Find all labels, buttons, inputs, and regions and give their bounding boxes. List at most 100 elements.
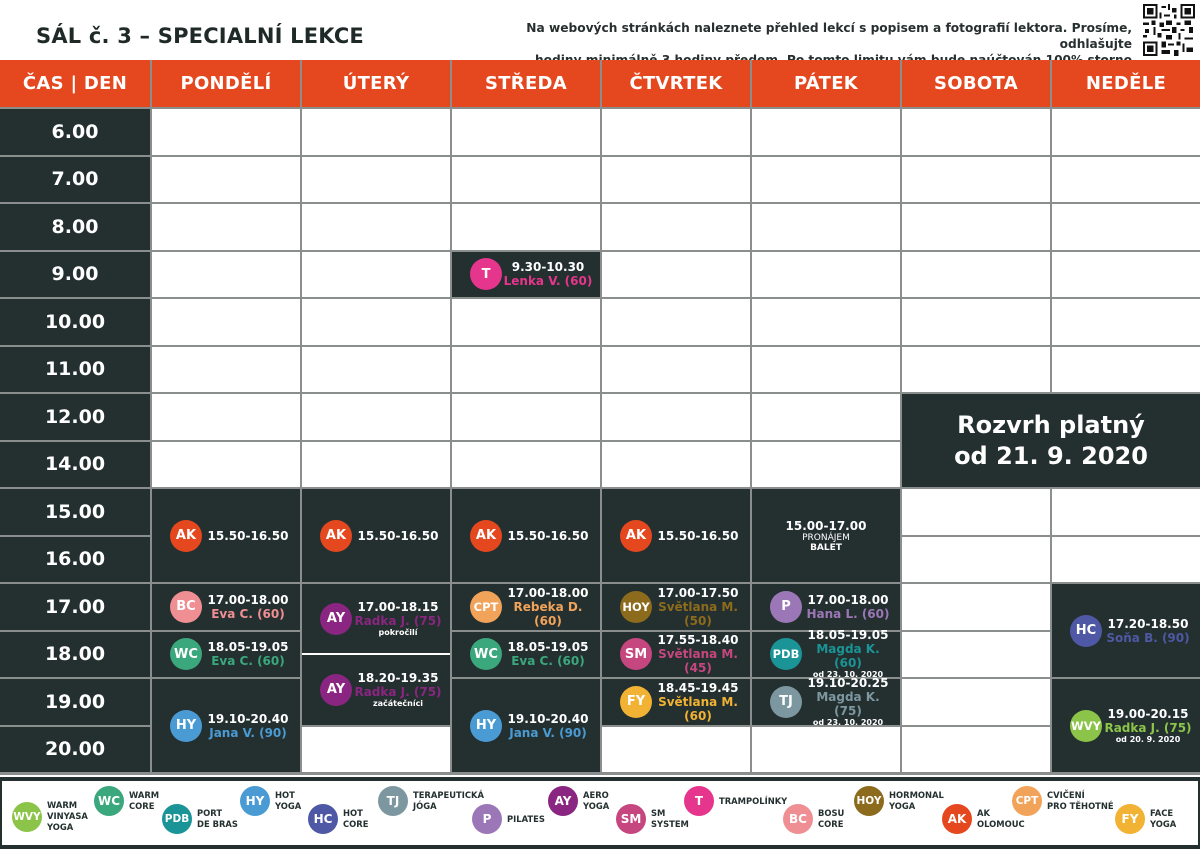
class-block-p-fri[interactable]: P 17.00-18.00 Hana L. (60) xyxy=(752,584,900,630)
class-code-badge: HC xyxy=(1070,614,1102,647)
empty-slot[interactable] xyxy=(602,346,750,392)
empty-slot[interactable] xyxy=(452,156,600,202)
empty-slot[interactable] xyxy=(902,251,1050,297)
empty-slot[interactable] xyxy=(1052,536,1200,582)
empty-slot[interactable] xyxy=(152,204,300,250)
empty-slot[interactable] xyxy=(752,109,900,155)
empty-slot[interactable] xyxy=(602,726,750,772)
rental-block-ballet[interactable]: 15.00-17.00 PRONÁJEM BALET xyxy=(752,489,900,582)
class-block-bc-mon[interactable]: BC 17.00-18.00 Eva C. (60) xyxy=(152,584,300,630)
empty-slot[interactable] xyxy=(452,204,600,250)
empty-slot[interactable] xyxy=(302,299,450,345)
empty-slot[interactable] xyxy=(452,441,600,487)
class-block-ak-mon[interactable]: AK 15.50-16.50 xyxy=(152,489,300,582)
empty-slot[interactable] xyxy=(752,156,900,202)
class-code-badge: WC xyxy=(470,638,502,671)
empty-slot[interactable] xyxy=(152,109,300,155)
time-slot: 7.00 xyxy=(0,156,150,202)
empty-slot[interactable] xyxy=(152,394,300,440)
empty-slot[interactable] xyxy=(452,299,600,345)
empty-slot[interactable] xyxy=(602,394,750,440)
class-time: 17.00-17.50 xyxy=(657,585,739,600)
empty-slot[interactable] xyxy=(902,156,1050,202)
class-block-fy-thu[interactable]: FY 18.45-19.45 Světlana M. (60) xyxy=(602,679,750,725)
class-time: 18.20-19.35 xyxy=(357,670,439,685)
class-block-wc-mon[interactable]: WC 18.05-19.05 Eva C. (60) xyxy=(152,631,300,677)
class-block-cpt-wed[interactable]: CPT 17.00-18.00 Rebeka D. (60) xyxy=(452,584,600,630)
empty-slot[interactable] xyxy=(752,204,900,250)
empty-slot[interactable] xyxy=(302,346,450,392)
class-block-ay-tue-1[interactable]: AY 17.00-18.15 Radka J. (75) pokročilí xyxy=(302,584,450,654)
empty-slot[interactable] xyxy=(902,299,1050,345)
empty-slot[interactable] xyxy=(752,251,900,297)
empty-slot[interactable] xyxy=(902,346,1050,392)
empty-slot[interactable] xyxy=(602,299,750,345)
class-block-t-wed[interactable]: T 9.30-10.30 Lenka V. (60) xyxy=(452,251,600,297)
class-block-hc-sun[interactable]: HC 17.20-18.50 Soňa B. (90) xyxy=(1052,584,1200,677)
empty-slot[interactable] xyxy=(152,346,300,392)
empty-slot[interactable] xyxy=(752,726,900,772)
class-block-ay-tue-2[interactable]: AY 18.20-19.35 Radka J. (75) začátečníci xyxy=(302,655,450,725)
empty-slot[interactable] xyxy=(602,204,750,250)
empty-slot[interactable] xyxy=(1052,204,1200,250)
class-block-ak-wed[interactable]: AK 15.50-16.50 xyxy=(452,489,600,582)
empty-slot[interactable] xyxy=(902,536,1050,582)
empty-slot[interactable] xyxy=(452,109,600,155)
empty-slot[interactable] xyxy=(1052,346,1200,392)
schedule-grid: ČAS | DEN PONDĚLÍ ÚTERÝ STŘEDA ČTVRTEK PÁTEK S… xyxy=(0,0,1200,849)
class-block-wvy-sun[interactable]: WVY 19.00-20.15 Radka J. (75) od 20. 9. 202… xyxy=(1052,679,1200,772)
class-code-badge: CPT xyxy=(470,590,502,623)
empty-slot[interactable] xyxy=(302,109,450,155)
class-block-sm-thu[interactable]: SM 17.55-18.40 Světlana M. (45) xyxy=(602,631,750,677)
empty-slot[interactable] xyxy=(302,441,450,487)
empty-slot[interactable] xyxy=(302,394,450,440)
class-block-hy-wed[interactable]: HY 19.10-20.40 Jana V. (90) xyxy=(452,679,600,772)
empty-slot[interactable] xyxy=(602,441,750,487)
empty-slot[interactable] xyxy=(152,441,300,487)
empty-slot[interactable] xyxy=(1052,251,1200,297)
empty-slot[interactable] xyxy=(1052,156,1200,202)
empty-slot[interactable] xyxy=(152,251,300,297)
empty-slot[interactable] xyxy=(302,251,450,297)
empty-slot[interactable] xyxy=(302,156,450,202)
empty-slot[interactable] xyxy=(752,299,900,345)
time-slot: 16.00 xyxy=(0,536,150,582)
empty-slot[interactable] xyxy=(152,156,300,202)
empty-slot[interactable] xyxy=(602,156,750,202)
empty-slot[interactable] xyxy=(1052,109,1200,155)
class-block-ak-tue[interactable]: AK 15.50-16.50 xyxy=(302,489,450,582)
empty-slot[interactable] xyxy=(902,204,1050,250)
class-block-hoy-thu[interactable]: HOY 17.00-17.50 Světlana M. (50) xyxy=(602,584,750,630)
empty-slot[interactable] xyxy=(902,489,1050,535)
empty-slot[interactable] xyxy=(452,346,600,392)
empty-slot[interactable] xyxy=(1052,299,1200,345)
empty-slot[interactable] xyxy=(752,346,900,392)
legend-badge: AY xyxy=(548,786,578,816)
empty-slot[interactable] xyxy=(302,204,450,250)
legend-badge: PDB xyxy=(162,804,192,834)
legend-badge: SM xyxy=(616,804,646,834)
class-block-ak-thu[interactable]: AK 15.50-16.50 xyxy=(602,489,750,582)
empty-slot[interactable] xyxy=(602,251,750,297)
class-code-badge: P xyxy=(770,590,802,623)
class-trainer: Eva C. (60) xyxy=(211,654,285,669)
class-block-tj-fri[interactable]: TJ 19.10-20.25 Magda K. (75) od 23. 10. 202… xyxy=(752,676,900,727)
empty-slot[interactable] xyxy=(302,726,450,772)
empty-slot[interactable] xyxy=(902,631,1050,677)
empty-slot[interactable] xyxy=(452,394,600,440)
empty-slot[interactable] xyxy=(602,109,750,155)
empty-slot[interactable] xyxy=(902,109,1050,155)
legend-item-hoy: HOY HORMONAL YOGA xyxy=(854,786,944,816)
empty-slot[interactable] xyxy=(152,299,300,345)
class-code-badge: AY xyxy=(320,673,352,706)
empty-slot[interactable] xyxy=(1052,489,1200,535)
class-block-pdb-fri[interactable]: PDB 18.05-19.05 Magda K. (60) od 23. 10. 20… xyxy=(752,628,900,679)
class-trainer: Světlana M. (45) xyxy=(658,647,738,676)
class-block-hy-mon[interactable]: HY 19.10-20.40 Jana V. (90) xyxy=(152,679,300,772)
empty-slot[interactable] xyxy=(752,394,900,440)
empty-slot[interactable] xyxy=(902,679,1050,725)
empty-slot[interactable] xyxy=(752,441,900,487)
empty-slot[interactable] xyxy=(902,726,1050,772)
empty-slot[interactable] xyxy=(902,584,1050,630)
class-block-wc-wed[interactable]: WC 18.05-19.05 Eva C. (60) xyxy=(452,631,600,677)
